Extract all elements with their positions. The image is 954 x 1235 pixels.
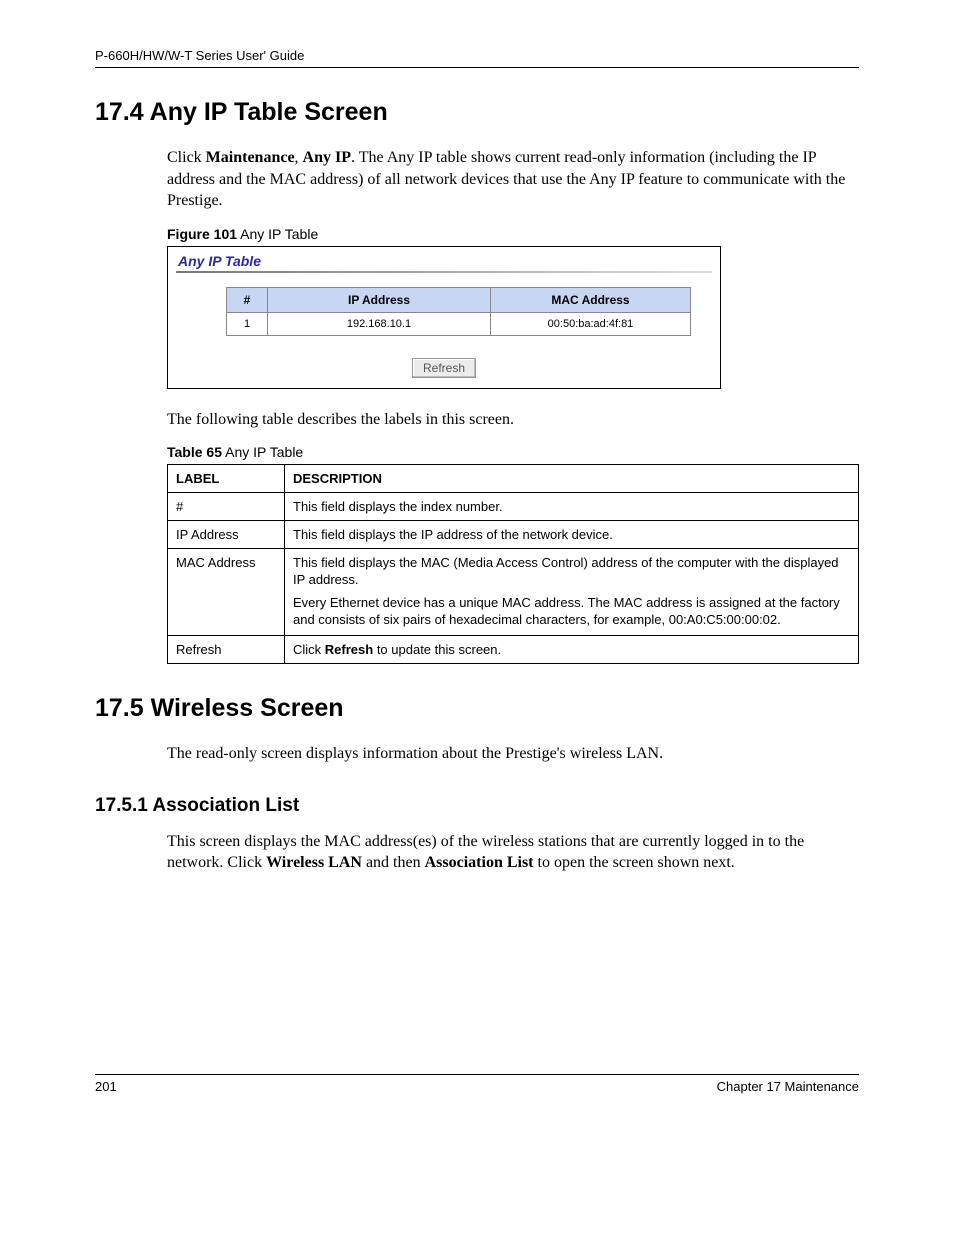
para-17-5-1: This screen displays the MAC address(es)… (167, 831, 859, 874)
table-65-caption: Table 65 Any IP Table (167, 444, 859, 460)
page-footer: 201 Chapter 17 Maintenance (95, 1074, 859, 1094)
col-header-index: # (227, 287, 268, 312)
table-row: # This field displays the index number. (168, 493, 859, 521)
heading-17-5-1: 17.5.1 Association List (95, 795, 859, 817)
page-header: P-660H/HW/W-T Series User' Guide (95, 48, 859, 68)
cell-label: IP Address (168, 521, 285, 549)
any-ip-table: # IP Address MAC Address 1 192.168.10.1 … (226, 287, 691, 336)
bold-association-list: Association List (425, 854, 534, 871)
cell-label: # (168, 493, 285, 521)
table-header-row: LABEL DESCRIPTION (168, 465, 859, 493)
figure-101-caption: Figure 101 Any IP Table (167, 226, 859, 242)
screenshot-divider (176, 271, 712, 273)
intro-17-4: Click Maintenance, Any IP. The Any IP ta… (167, 147, 859, 212)
bold-refresh: Refresh (325, 642, 373, 657)
cell-label: Refresh (168, 635, 285, 663)
page-number: 201 (95, 1079, 117, 1094)
bold-wireless-lan: Wireless LAN (266, 854, 362, 871)
chapter-label: Chapter 17 Maintenance (717, 1079, 859, 1094)
table-row: Refresh Click Refresh to update this scr… (168, 635, 859, 663)
table-header-row: # IP Address MAC Address (227, 287, 691, 312)
cell-desc: This field displays the MAC (Media Acces… (285, 549, 859, 636)
table-row: 1 192.168.10.1 00:50:ba:ad:4f:81 (227, 312, 691, 335)
col-header-label: LABEL (168, 465, 285, 493)
bold-any-ip: Any IP (303, 149, 351, 166)
cell-mac: 00:50:ba:ad:4f:81 (491, 312, 691, 335)
guide-title: P-660H/HW/W-T Series User' Guide (95, 48, 304, 63)
cell-index: 1 (227, 312, 268, 335)
heading-17-5: 17.5 Wireless Screen (95, 694, 859, 723)
refresh-button[interactable]: Refresh (412, 358, 476, 378)
bold-maintenance: Maintenance (206, 149, 295, 166)
cell-desc: This field displays the IP address of th… (285, 521, 859, 549)
col-header-description: DESCRIPTION (285, 465, 859, 493)
cell-desc: This field displays the index number. (285, 493, 859, 521)
figure-101-screenshot: Any IP Table # IP Address MAC Address 1 (167, 246, 721, 389)
intro-17-5: The read-only screen displays informatio… (167, 743, 859, 765)
col-header-ip: IP Address (268, 287, 491, 312)
cell-desc: Click Refresh to update this screen. (285, 635, 859, 663)
after-figure-text: The following table describes the labels… (167, 409, 859, 431)
cell-label: MAC Address (168, 549, 285, 636)
heading-17-4: 17.4 Any IP Table Screen (95, 98, 859, 127)
table-row: IP Address This field displays the IP ad… (168, 521, 859, 549)
screenshot-title: Any IP Table (178, 253, 712, 269)
table-row: MAC Address This field displays the MAC … (168, 549, 859, 636)
cell-ip: 192.168.10.1 (268, 312, 491, 335)
table-65: LABEL DESCRIPTION # This field displays … (167, 464, 859, 664)
col-header-mac: MAC Address (491, 287, 691, 312)
